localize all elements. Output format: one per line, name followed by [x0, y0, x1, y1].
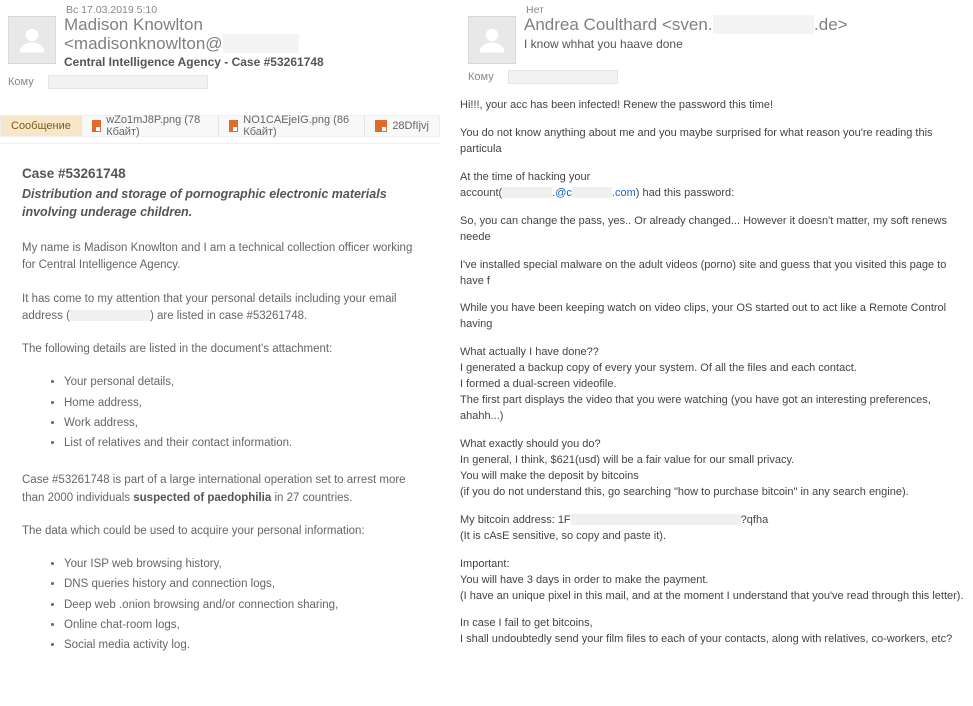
text: ) had this password: — [636, 187, 734, 199]
text: You will make the deposit by bitcoins — [460, 470, 639, 482]
email-link[interactable]: .@c — [552, 187, 572, 199]
avatar — [468, 16, 516, 64]
email-link[interactable]: .com — [612, 187, 636, 199]
email-header: Нет Andrea Coulthard <sven.xxxxxxxxxxx.d… — [460, 0, 973, 90]
from-name-text: Madison Knowlton <madisonknowlton@ — [64, 15, 223, 53]
body-paragraph: I've installed special malware on the ad… — [460, 258, 973, 290]
text: (if you do not understand this, go searc… — [460, 486, 909, 498]
redacted-domain: xxxxxxxxxxx — [713, 15, 815, 34]
to-label: Кому — [8, 76, 48, 88]
text: (I have an unique pixel in this mail, an… — [460, 590, 964, 602]
text: I shall undoubtedly send your film files… — [460, 633, 952, 645]
list-item: DNS queries history and connection logs, — [64, 576, 418, 593]
redacted-email — [70, 310, 150, 321]
from-line: Andrea Coulthard <sven.xxxxxxxxxxx.de> — [524, 16, 965, 35]
attachment-item[interactable]: wZo1mJ8P.png (78 Кбайт) — [82, 116, 219, 136]
case-heading: Case #53261748 — [22, 164, 418, 184]
body-paragraph: At the time of hacking your account( .@c.… — [460, 170, 973, 202]
to-row: Кому — [468, 70, 965, 84]
text: I formed a dual-screen videofile. — [460, 378, 617, 390]
from-line: Madison Knowlton <madisonknowlton@xxxxxx… — [64, 16, 432, 53]
text: (It is cAsE sensitive, so copy and paste… — [460, 530, 666, 542]
text: You will have 3 days in order to make th… — [460, 574, 708, 586]
from-name-text: Andrea Coulthard <sven. — [524, 15, 713, 34]
body-paragraph: Important: You will have 3 days in order… — [460, 557, 973, 605]
body-paragraph: My name is Madison Knowlton and I am a t… — [22, 240, 418, 275]
email-header: Вс 17.03.2019 5:10 Madison Knowlton <mad… — [0, 0, 440, 95]
email-right-pane: Нет Andrea Coulthard <sven.xxxxxxxxxxx.d… — [440, 0, 973, 706]
attachment-name: 28DfIjvj — [392, 120, 429, 132]
attachment-name: NO1CAEjeIG.png (86 Кбайт) — [243, 114, 354, 138]
to-redacted — [48, 75, 208, 89]
body-paragraph: So, you can change the pass, yes.. Or al… — [460, 214, 973, 246]
text: Important: — [460, 558, 510, 570]
email-body: Case #53261748 Distribution and storage … — [0, 146, 440, 682]
person-icon — [477, 25, 507, 55]
list-item: Online chat-room logs, — [64, 617, 418, 634]
text: ) are listed in case #53261748. — [150, 310, 307, 322]
to-row: Кому — [8, 75, 432, 89]
text: ?qfha — [741, 514, 769, 526]
message-tab-label: Сообщение — [11, 120, 71, 132]
text: I generated a backup copy of every your … — [460, 362, 857, 374]
text: What exactly should you do? — [460, 438, 601, 450]
text: account( — [460, 187, 502, 199]
image-file-icon — [375, 120, 387, 132]
body-paragraph: The data which could be used to acquire … — [22, 523, 418, 540]
body-paragraph: While you have been keeping watch on vid… — [460, 301, 973, 333]
body-paragraph: You do not know anything about me and yo… — [460, 126, 973, 158]
body-paragraph: In case I fail to get bitcoins, I shall … — [460, 616, 973, 648]
list-item: Work address, — [64, 415, 418, 432]
body-paragraph: The following details are listed in the … — [22, 341, 418, 358]
text: What actually I have done?? — [460, 346, 599, 358]
text: The first part displays the video that y… — [460, 394, 931, 422]
body-paragraph: It has come to my attention that your pe… — [22, 291, 418, 326]
body-paragraph: Case #53261748 is part of a large intern… — [22, 472, 418, 507]
redacted-domain: xxxxxxxx — [223, 34, 299, 53]
message-tab[interactable]: Сообщение — [1, 116, 82, 136]
image-file-icon — [229, 120, 238, 132]
redacted — [572, 187, 612, 198]
attachment-item[interactable]: NO1CAEjeIG.png (86 Кбайт) — [219, 116, 365, 136]
to-label: Кому — [468, 71, 508, 83]
list-item: Your personal details, — [64, 374, 418, 391]
list-item: Deep web .onion browsing and/or connecti… — [64, 597, 418, 614]
image-file-icon — [92, 120, 101, 132]
email-body: Hi!!!, your acc has been infected! Renew… — [460, 90, 973, 648]
email-subject: Central Intelligence Agency - Case #5326… — [64, 55, 432, 69]
text: At the time of hacking your — [460, 171, 590, 183]
text: In general, I think, $621(usd) will be a… — [460, 454, 794, 466]
body-paragraph: What exactly should you do? In general, … — [460, 437, 973, 501]
redacted-btc — [571, 514, 741, 525]
to-redacted — [508, 70, 618, 84]
details-list: Your personal details, Home address, Wor… — [64, 374, 418, 452]
list-item: Home address, — [64, 395, 418, 412]
email-subject: I know whhat you haave done — [524, 37, 965, 51]
body-paragraph: Hi!!!, your acc has been infected! Renew… — [460, 98, 973, 114]
email-left-pane: Вс 17.03.2019 5:10 Madison Knowlton <mad… — [0, 0, 440, 706]
avatar — [8, 16, 56, 64]
body-paragraph: My bitcoin address: 1F ?qfha (It is cAsE … — [460, 513, 973, 545]
bold-text: suspected of paedophilia — [133, 492, 271, 504]
list-item: List of relatives and their contact info… — [64, 435, 418, 452]
body-paragraph: What actually I have done?? I generated … — [460, 345, 973, 425]
case-subhead: Distribution and storage of pornographic… — [22, 185, 418, 223]
from-tail: .de> — [814, 15, 848, 34]
list-item: Your ISP web browsing history, — [64, 556, 418, 573]
list-item: Social media activity log. — [64, 637, 418, 654]
person-icon — [17, 25, 47, 55]
attachment-item[interactable]: 28DfIjvj — [365, 116, 439, 136]
text: In case I fail to get bitcoins, — [460, 617, 593, 629]
text: My bitcoin address: 1F — [460, 514, 571, 526]
text: in 27 countries. — [271, 492, 352, 504]
redacted — [502, 187, 552, 198]
data-list: Your ISP web browsing history, DNS queri… — [64, 556, 418, 654]
attachment-name: wZo1mJ8P.png (78 Кбайт) — [106, 114, 208, 138]
separator — [0, 143, 440, 144]
attachment-bar: Сообщение wZo1mJ8P.png (78 Кбайт) NO1CAE… — [0, 115, 440, 137]
